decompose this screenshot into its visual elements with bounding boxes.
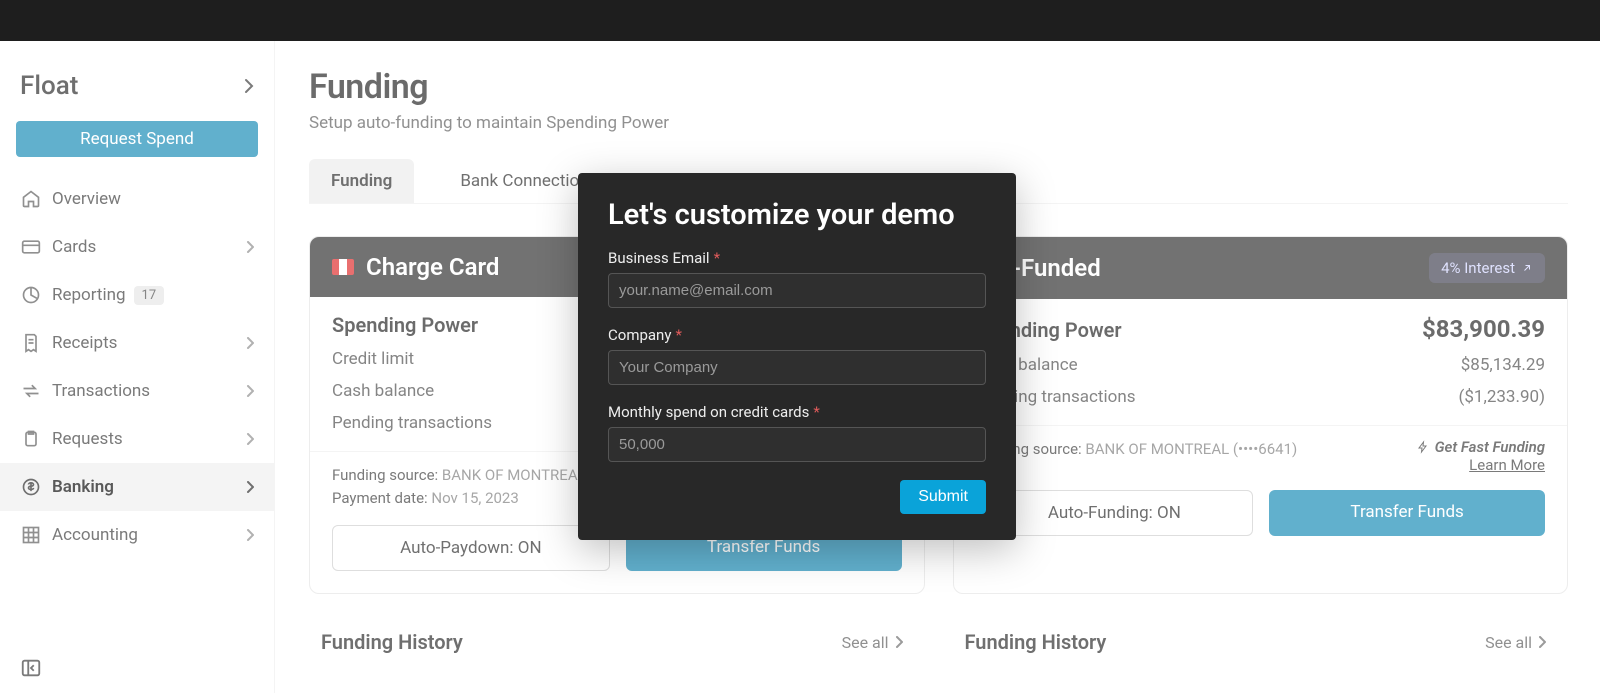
monthly-spend-input[interactable] (608, 427, 986, 462)
submit-button[interactable]: Submit (900, 480, 986, 514)
business-email-input[interactable] (608, 273, 986, 308)
customize-demo-modal: Let's customize your demo Business Email… (578, 173, 1016, 540)
company-input[interactable] (608, 350, 986, 385)
monthly-spend-label: Monthly spend on credit cards* (608, 403, 986, 421)
top-bar (0, 0, 1600, 41)
business-email-label: Business Email* (608, 249, 986, 267)
modal-title: Let's customize your demo (608, 199, 986, 231)
company-label: Company* (608, 326, 986, 344)
